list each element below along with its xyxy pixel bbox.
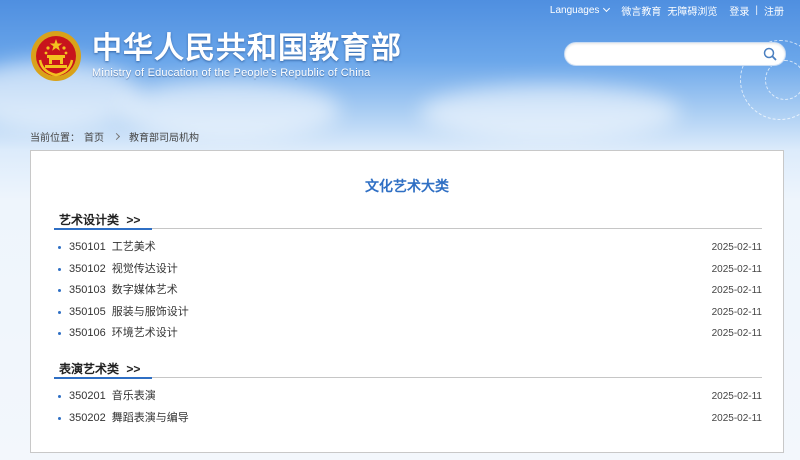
item-date: 2025-02-11 bbox=[711, 328, 762, 339]
section-performing-arts: 表演艺术类 >> 350201 音乐表演 2025-02-11 350202 舞蹈表… bbox=[54, 360, 762, 429]
bullet-icon bbox=[58, 310, 61, 314]
item-label: 350202 舞蹈表演与编导 bbox=[69, 408, 189, 430]
main-content-panel: 文化艺术大类 艺术设计类 >> 350101 工艺美术 2025-02-11 35… bbox=[30, 150, 784, 453]
item-code: 350105 bbox=[69, 305, 106, 318]
breadcrumb-home-link[interactable]: 首页 bbox=[84, 129, 104, 144]
list-item[interactable]: 350103 数字媒体艺术 2025-02-11 bbox=[54, 280, 762, 302]
item-label: 350102 视觉传达设计 bbox=[69, 259, 178, 281]
list-item[interactable]: 350202 舞蹈表演与编导 2025-02-11 bbox=[54, 408, 762, 430]
item-name: 数字媒体艺术 bbox=[111, 284, 178, 296]
register-link[interactable]: 注册 bbox=[764, 3, 784, 18]
item-name: 音乐表演 bbox=[111, 390, 156, 402]
item-name: 舞蹈表演与编导 bbox=[111, 411, 189, 424]
section-title-link[interactable]: 艺术设计类 >> bbox=[54, 212, 145, 228]
section-header: 表演艺术类 >> bbox=[54, 360, 762, 379]
site-logo[interactable]: 中华人民共和国教育部 Ministry of Education of the … bbox=[30, 30, 402, 82]
accessibility-link[interactable]: 无障碍浏览 bbox=[667, 3, 717, 18]
page-title: 文化艺术大类 bbox=[365, 178, 449, 194]
breadcrumb-current-link[interactable]: 教育部司局机构 bbox=[129, 129, 199, 144]
bullet-icon bbox=[58, 267, 61, 271]
item-list: 350201 音乐表演 2025-02-11 350202 舞蹈表演与编导 2025… bbox=[54, 386, 762, 429]
background-cloud bbox=[420, 85, 680, 140]
item-label: 350106 环境艺术设计 bbox=[69, 323, 178, 345]
search-box bbox=[564, 42, 786, 66]
more-arrows: >> bbox=[126, 213, 141, 227]
search-icon[interactable] bbox=[763, 47, 777, 61]
section-title-link[interactable]: 表演艺术类 >> bbox=[54, 361, 145, 377]
item-date: 2025-02-11 bbox=[711, 391, 762, 402]
item-label: 350103 数字媒体艺术 bbox=[69, 280, 178, 302]
section-art-design: 艺术设计类 >> 350101 工艺美术 2025-02-11 350102 视觉传… bbox=[54, 211, 762, 345]
item-code: 350106 bbox=[69, 327, 106, 339]
item-date: 2025-02-11 bbox=[711, 306, 762, 318]
item-code: 350202 bbox=[69, 411, 106, 424]
section-title: 艺术设计类 bbox=[59, 213, 120, 227]
national-emblem-icon bbox=[30, 30, 82, 82]
item-code: 350103 bbox=[69, 284, 106, 296]
chevron-down-icon bbox=[603, 4, 611, 13]
item-code: 350201 bbox=[69, 390, 106, 402]
item-name: 服装与服饰设计 bbox=[111, 305, 189, 318]
dandelion-decoration bbox=[765, 60, 800, 100]
bullet-icon bbox=[58, 289, 61, 292]
item-label: 350201 音乐表演 bbox=[69, 386, 156, 408]
languages-dropdown[interactable]: Languages bbox=[549, 4, 611, 16]
bullet-icon bbox=[58, 395, 61, 398]
section-header: 艺术设计类 >> bbox=[54, 211, 762, 230]
top-utility-bar: Languages 微言教育 无障碍浏览 登录 | 注册 bbox=[550, 2, 784, 18]
breadcrumb: 当前位置： 首页 教育部司局机构 bbox=[30, 129, 199, 144]
bullet-icon bbox=[58, 332, 61, 335]
list-item[interactable]: 350201 音乐表演 2025-02-11 bbox=[54, 386, 762, 408]
item-label: 350105 服装与服饰设计 bbox=[69, 302, 189, 324]
login-link[interactable]: 登录 bbox=[729, 3, 749, 18]
languages-label: Languages bbox=[549, 4, 600, 16]
list-item[interactable]: 350102 视觉传达设计 2025-02-11 bbox=[54, 259, 762, 281]
item-name: 环境艺术设计 bbox=[111, 327, 178, 339]
weiyan-link[interactable]: 微言教育 bbox=[621, 3, 661, 18]
more-arrows: >> bbox=[126, 362, 141, 376]
breadcrumb-prefix: 当前位置： bbox=[30, 133, 80, 144]
list-item[interactable]: 350105 服装与服饰设计 2025-02-11 bbox=[54, 302, 762, 324]
item-name: 工艺美术 bbox=[111, 241, 156, 253]
item-date: 2025-02-11 bbox=[711, 285, 762, 296]
item-code: 350102 bbox=[69, 262, 106, 275]
logo-text: 中华人民共和国教育部 Ministry of Education of the … bbox=[92, 32, 402, 80]
section-underline bbox=[54, 228, 152, 230]
item-date: 2025-02-11 bbox=[711, 263, 762, 275]
list-item[interactable]: 350101 工艺美术 2025-02-11 bbox=[54, 237, 762, 259]
bullet-icon bbox=[58, 416, 61, 420]
section-underline bbox=[54, 377, 152, 379]
search-input[interactable] bbox=[575, 43, 765, 65]
item-list: 350101 工艺美术 2025-02-11 350102 视觉传达设计 2025-… bbox=[54, 237, 762, 345]
list-item[interactable]: 350106 环境艺术设计 2025-02-11 bbox=[54, 323, 762, 345]
site-title-cn: 中华人民共和国教育部 bbox=[92, 32, 402, 65]
chevron-right-icon bbox=[112, 132, 121, 141]
item-date: 2025-02-11 bbox=[711, 242, 762, 253]
section-title: 表演艺术类 bbox=[59, 362, 120, 376]
item-code: 350101 bbox=[69, 241, 106, 253]
site-title-en: Ministry of Education of the People's Re… bbox=[92, 67, 371, 79]
item-name: 视觉传达设计 bbox=[111, 262, 178, 275]
bullet-icon bbox=[58, 246, 61, 249]
separator: | bbox=[755, 4, 758, 16]
item-label: 350101 工艺美术 bbox=[69, 237, 156, 259]
item-date: 2025-02-11 bbox=[711, 412, 762, 424]
